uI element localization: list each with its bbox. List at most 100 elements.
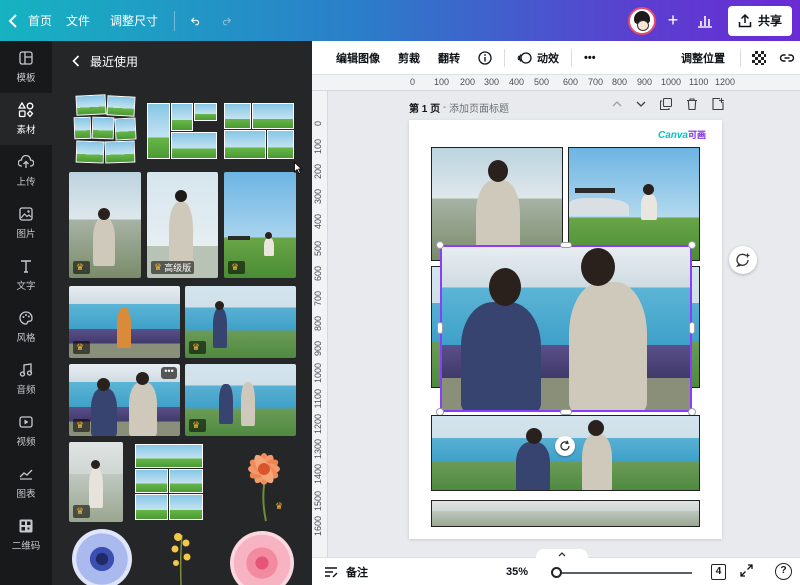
zoom-level[interactable]: 35%	[506, 566, 528, 578]
premium-badge: ♛	[73, 261, 90, 274]
add-comment-button[interactable]	[729, 246, 757, 274]
user-avatar[interactable]	[627, 6, 656, 35]
transparency-icon[interactable]	[752, 51, 766, 65]
help-button[interactable]: ?	[775, 563, 792, 580]
flower-sticker-orange[interactable]: ♛	[228, 441, 300, 523]
resize-button[interactable]: 调整尺寸	[100, 0, 168, 41]
more-button[interactable]: •••	[575, 41, 605, 75]
rail-item-styles[interactable]: 风格	[0, 301, 52, 353]
frame-cell	[106, 95, 136, 117]
animate-button[interactable]: 动效	[508, 41, 568, 75]
ruler-tick: 1200	[715, 77, 736, 87]
share-button[interactable]: 共享	[727, 5, 792, 36]
ruler-tick: 1200	[313, 414, 323, 435]
edit-image-button[interactable]: 编辑图像	[327, 41, 389, 75]
canva-logo-text: Canva	[657, 130, 688, 141]
image-toolbar: 编辑图像 剪裁 翻转 动效 ••• 调整位置	[312, 41, 800, 75]
more-options-button[interactable]: •••	[161, 367, 177, 379]
grid-frame-thumb[interactable]	[147, 103, 217, 159]
crop-button[interactable]: 剪裁	[389, 41, 429, 75]
link-button[interactable]	[774, 52, 800, 64]
resize-handle-left[interactable]	[437, 322, 443, 334]
page-title-input[interactable]: 添加页面标题	[449, 100, 509, 115]
page-count-button[interactable]: 4	[711, 564, 726, 580]
divider	[174, 10, 176, 31]
flower-sticker-yellow[interactable]	[156, 527, 206, 585]
grid-frame-thumb[interactable]	[224, 103, 294, 159]
photo-thumb[interactable]: ♛	[69, 172, 141, 278]
resize-handle-tr[interactable]	[688, 241, 696, 249]
premium-badge: ♛	[272, 500, 289, 513]
flower-sticker-blue[interactable]	[67, 527, 137, 585]
rail-item-elements[interactable]: 素材	[0, 93, 52, 145]
fullscreen-button[interactable]	[740, 564, 753, 580]
delete-page-icon[interactable]	[686, 98, 698, 110]
chevron-up-icon[interactable]	[612, 98, 622, 110]
panel-title: 最近使用	[90, 54, 139, 69]
crown-icon: ♛	[76, 420, 85, 430]
info-button[interactable]	[469, 41, 501, 75]
notes-button[interactable]: 备注	[312, 564, 368, 580]
rail-item-audio[interactable]: 音频	[0, 353, 52, 405]
zoom-slider-thumb[interactable]	[551, 567, 562, 578]
grid-frame-thumb[interactable]	[135, 444, 203, 520]
person-head	[488, 160, 508, 182]
rotate-handle[interactable]	[555, 436, 575, 456]
person-figure	[93, 218, 115, 266]
ruler-tick: 1300	[313, 439, 323, 460]
photo-thumb[interactable]: ♛	[69, 286, 180, 358]
flip-button[interactable]: 翻转	[429, 41, 469, 75]
person-figure	[117, 308, 131, 348]
blue-flower-icon	[72, 529, 132, 585]
undo-button[interactable]	[181, 0, 211, 41]
flower-sticker-pink[interactable]	[224, 527, 300, 585]
invite-plus-button[interactable]: +	[664, 10, 682, 31]
chevron-down-icon[interactable]	[636, 98, 646, 110]
file-menu[interactable]: 文件	[56, 0, 100, 41]
rail-item-upload[interactable]: 上传	[0, 145, 52, 197]
canvas-photo-bench[interactable]	[568, 147, 700, 261]
grid-frame-thumb[interactable]	[73, 94, 138, 165]
frame-cell	[135, 494, 168, 520]
expand-pages-button[interactable]	[536, 549, 588, 559]
rail-item-text[interactable]: 文字	[0, 249, 52, 301]
premium-badge: ♛	[189, 419, 206, 432]
ruler-tick: 300	[313, 189, 323, 205]
ruler-tick: 500	[313, 241, 323, 257]
person-head	[97, 378, 110, 391]
photo-thumb[interactable]: ♛	[185, 286, 296, 358]
divider	[571, 48, 572, 67]
qr-icon	[18, 518, 34, 534]
canvas-photo-strip[interactable]	[431, 500, 700, 527]
add-page-icon[interactable]	[712, 98, 724, 110]
rail-item-templates[interactable]: 模板	[0, 41, 52, 93]
zoom-slider-track[interactable]	[557, 572, 692, 574]
frame-cell	[104, 140, 136, 164]
resize-handle-top[interactable]	[560, 242, 572, 248]
rail-item-qrcode[interactable]: 二维码	[0, 509, 52, 561]
back-button[interactable]: 首页	[0, 0, 56, 41]
photo-thumb[interactable]: ♛	[224, 172, 296, 278]
vertical-ruler: 0 100 200 300 400 500 600 700 800 900 10…	[312, 91, 328, 557]
photo-thumb[interactable]: ••• ♛	[69, 364, 180, 436]
page-tools	[612, 98, 724, 110]
position-button[interactable]: 调整位置	[669, 41, 737, 75]
redo-button[interactable]	[211, 0, 241, 41]
frame-cell	[224, 130, 266, 159]
photo-thumb[interactable]: ♛	[185, 364, 296, 436]
panel-header[interactable]: 最近使用	[52, 41, 312, 81]
person-figure	[169, 202, 193, 268]
insights-button[interactable]	[690, 6, 720, 36]
canvas-photo-boy-standing[interactable]	[431, 147, 563, 261]
rail-item-charts[interactable]: 图表	[0, 457, 52, 509]
chevron-up-icon	[558, 552, 566, 557]
rail-item-photos[interactable]: 图片	[0, 197, 52, 249]
rail-item-video[interactable]: 视频	[0, 405, 52, 457]
resize-handle-tl[interactable]	[436, 241, 444, 249]
person-figure	[219, 384, 233, 424]
person-head	[136, 372, 149, 385]
photo-thumb[interactable]: ♛	[69, 442, 123, 522]
resize-handle-right[interactable]	[689, 322, 695, 334]
duplicate-page-icon[interactable]	[660, 98, 672, 110]
photo-thumb[interactable]: ♛ 高级版	[147, 172, 218, 278]
